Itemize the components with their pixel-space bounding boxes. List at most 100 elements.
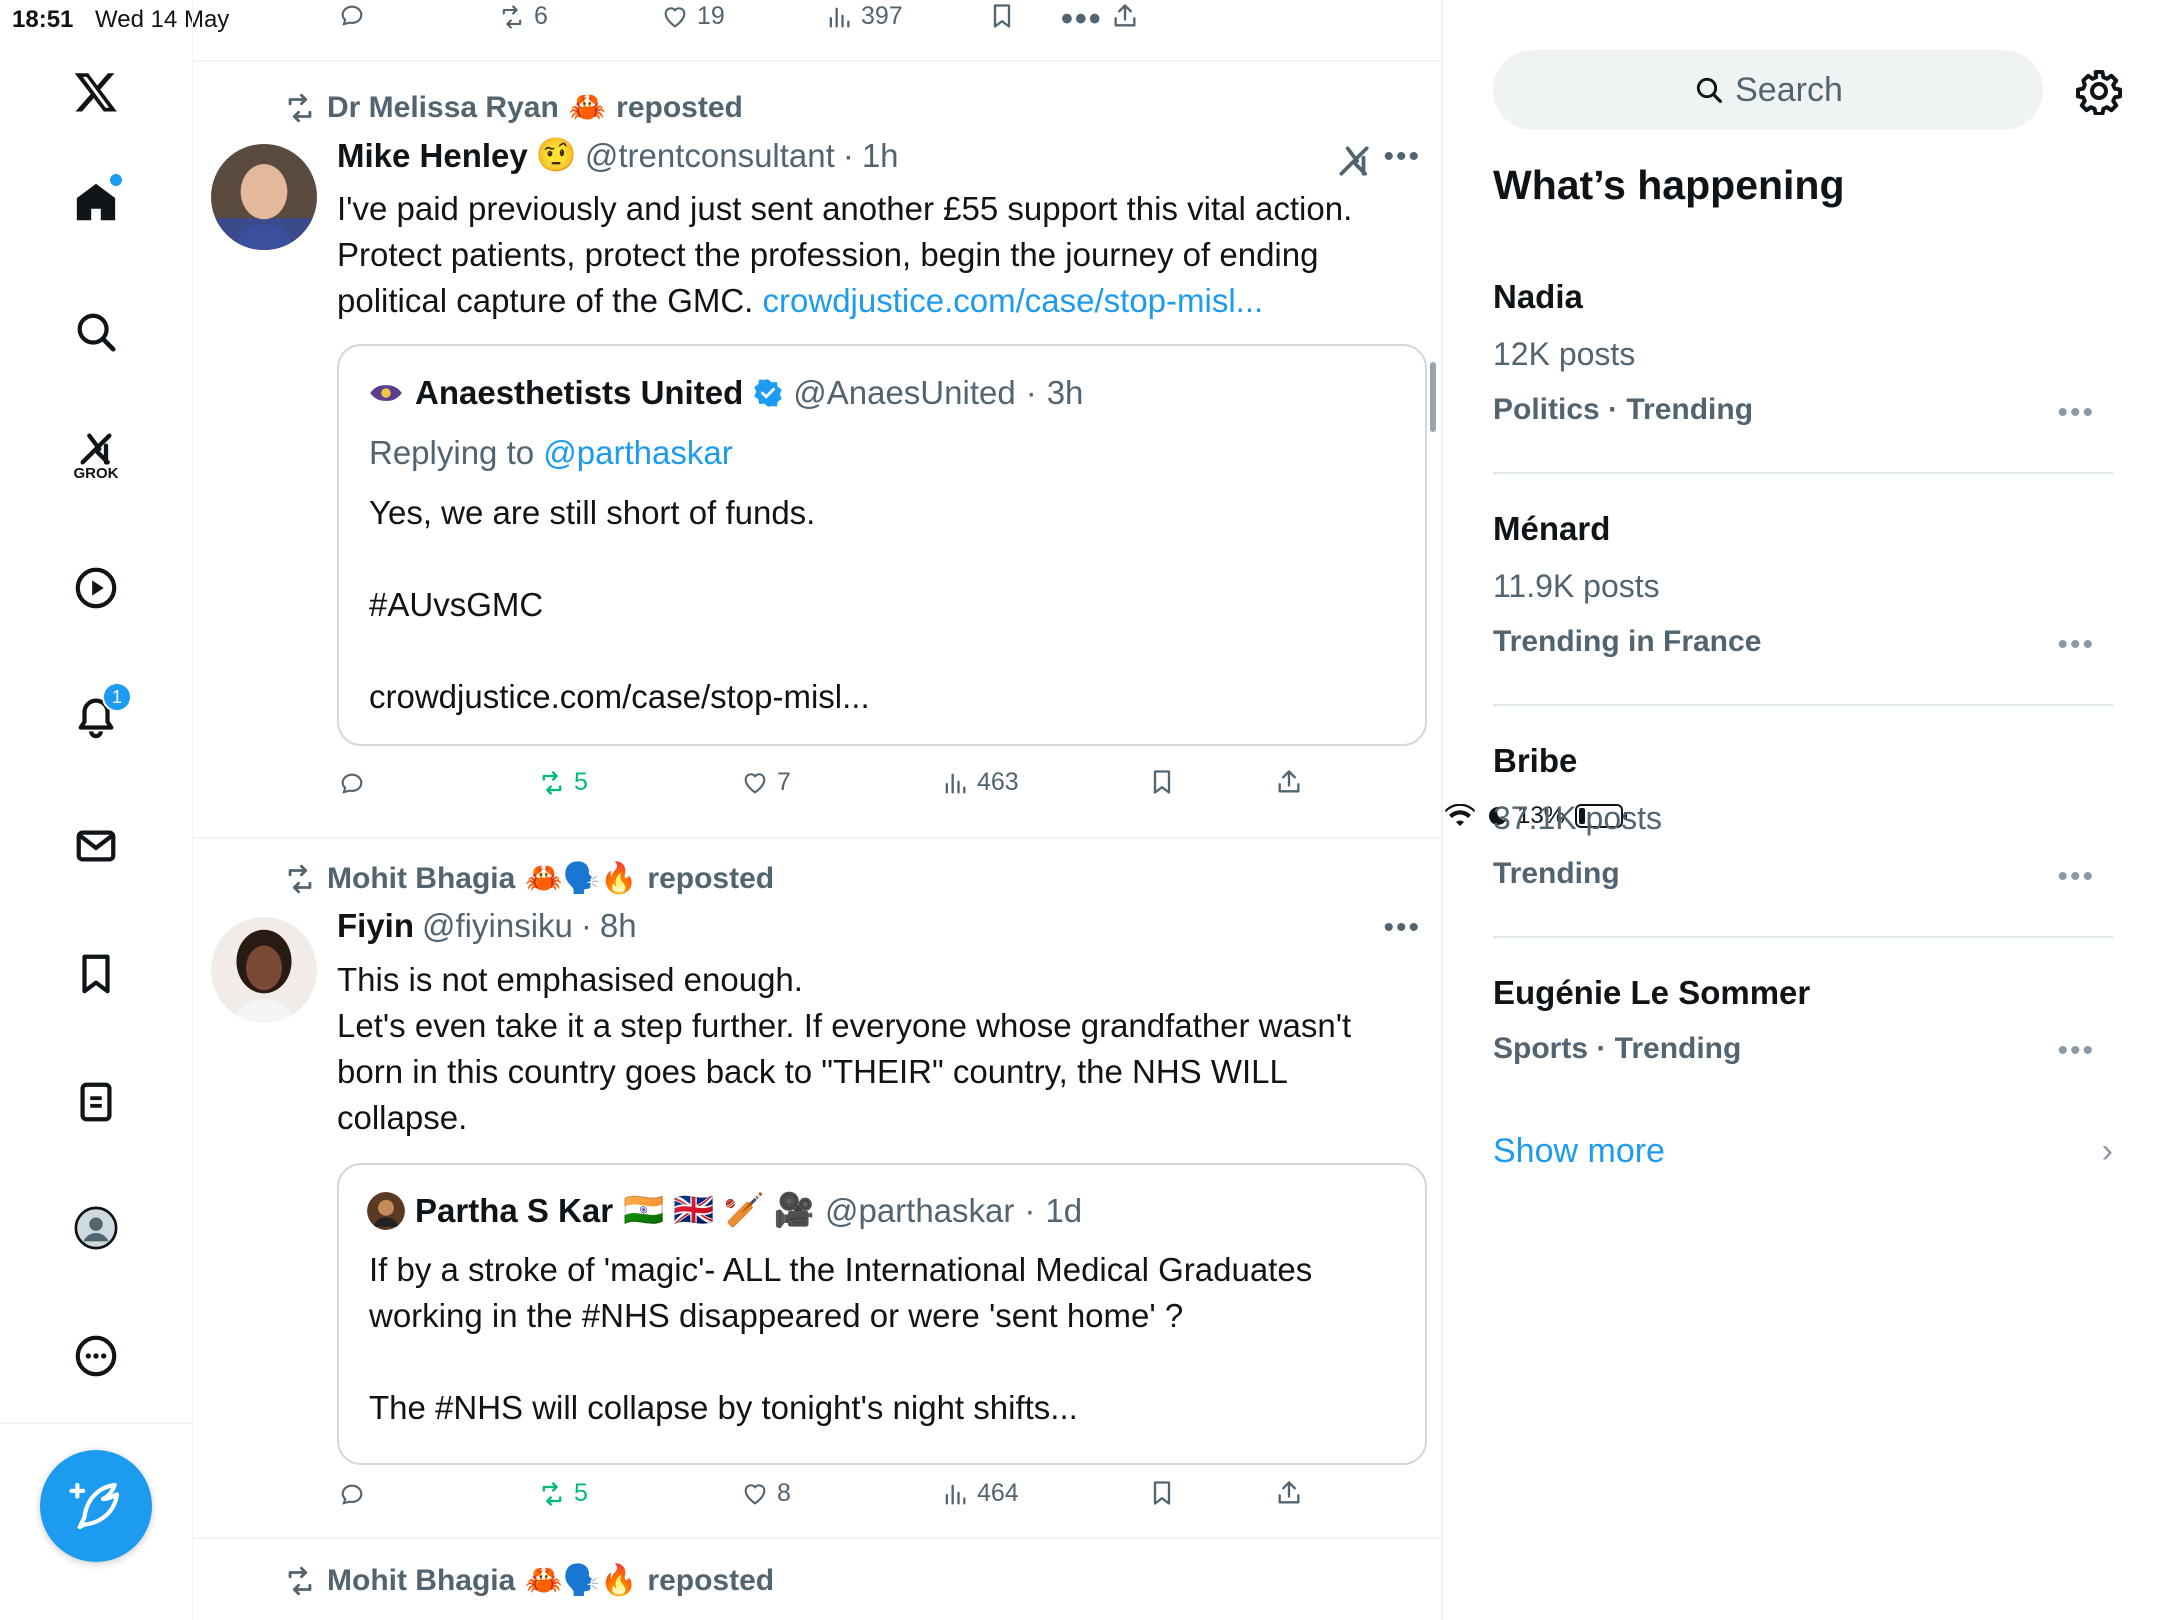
home-unread-dot [110, 174, 122, 186]
repost-indicator: Mohit Bhagia 🦀🗣️🔥 reposted [283, 861, 774, 896]
reposted-label: reposted [647, 1563, 775, 1597]
video-play-icon[interactable] [66, 558, 126, 618]
avatar[interactable] [211, 917, 317, 1023]
like-button[interactable]: 19 [661, 2, 725, 31]
views-button[interactable]: 463 [941, 768, 1019, 797]
replying-to-handle[interactable]: @parthaskar [543, 434, 732, 471]
trend-item[interactable]: Bribe 37.1K posts Trending ••• [1493, 742, 2113, 894]
tweet-more-icon[interactable]: ••• [1383, 140, 1421, 174]
lists-icon[interactable] [66, 1072, 126, 1132]
search-icon[interactable] [66, 302, 126, 362]
notifications-icon[interactable]: 1 [66, 682, 132, 746]
reply-button[interactable] [338, 1481, 366, 1509]
share-button[interactable] [1275, 1479, 1303, 1507]
quoted-tweet[interactable]: Anaesthetists United @AnaesUnited · 3h R… [337, 344, 1427, 746]
trend-more-icon[interactable]: ••• [2057, 628, 2095, 662]
trend-category: Politics · Trending [1493, 393, 1754, 426]
trend-post-count: 11.9K posts [1493, 568, 1660, 604]
retweet-icon [542, 770, 562, 795]
like-button[interactable]: 8 [741, 1479, 791, 1508]
bookmark-button[interactable] [988, 2, 1016, 30]
share-button[interactable] [1111, 2, 1139, 30]
quoted-header: Anaesthetists United @AnaesUnited · 3h [367, 374, 1083, 412]
like-count: 19 [697, 2, 725, 30]
x-logo-icon[interactable] [66, 62, 126, 122]
tweet-text-line: political capture of the GMC. crowdjusti… [337, 278, 1417, 324]
views-icon [829, 7, 850, 28]
replying-to-label: Replying to [369, 434, 535, 471]
trend-item[interactable]: Eugénie Le Sommer Sports · Trending ••• [1493, 974, 2113, 1068]
reply-button[interactable] [338, 2, 366, 30]
divider [1493, 704, 2113, 706]
heart-icon [744, 1483, 766, 1505]
author-emoji: 🤨 [535, 136, 577, 173]
trend-more-icon[interactable]: ••• [2057, 860, 2095, 894]
views-icon [945, 773, 966, 793]
retweet-button[interactable]: 6 [498, 2, 548, 31]
tweet[interactable]: Mohit Bhagia 🦀🗣️🔥 reposted Fiyin @fiyins… [193, 839, 1441, 1539]
show-more-link[interactable]: Show more › [1493, 1132, 2113, 1171]
quoted-avatar[interactable] [367, 374, 405, 412]
quoted-author-name[interactable]: Partha S Kar [415, 1192, 613, 1230]
grok-icon [80, 433, 112, 464]
author-name[interactable]: Mike Henley [337, 137, 528, 175]
quoted-author-name[interactable]: Anaesthetists United [415, 374, 743, 412]
avatar[interactable] [211, 144, 317, 250]
bookmark-button[interactable] [1148, 1479, 1176, 1507]
messages-icon[interactable] [66, 816, 126, 876]
bookmark-button[interactable] [1148, 768, 1176, 796]
views-button[interactable]: 464 [941, 1479, 1019, 1508]
trend-item[interactable]: Nadia 12K posts Politics · Trending ••• [1493, 278, 2113, 430]
reply-button[interactable] [338, 770, 366, 798]
author-name[interactable]: Fiyin [337, 907, 414, 945]
author-handle[interactable]: @trentconsultant [585, 137, 835, 175]
more-options-icon[interactable] [66, 1326, 126, 1386]
quoted-author-handle[interactable]: @parthaskar [825, 1192, 1014, 1230]
bookmarks-icon[interactable] [66, 944, 126, 1004]
post-time[interactable]: 1h [862, 137, 899, 175]
quoted-tweet[interactable]: Partha S Kar 🇮🇳 🇬🇧 🏏 🎥 @parthaskar · 1d … [337, 1163, 1427, 1465]
views-button[interactable]: 397 [825, 2, 903, 31]
retweet-button[interactable]: 5 [538, 1479, 588, 1508]
author-handle[interactable]: @fiyinsiku [422, 907, 573, 945]
reposter-emoji: 🦀🗣️🔥 [525, 862, 638, 895]
grok-nav-item[interactable]: GROK [66, 425, 126, 485]
timeline-feed[interactable]: 6 19 397 ••• Dr Melissa Ryan 🦀 reposted [193, 0, 1443, 1620]
trend-post-count: 37.1K posts [1493, 800, 1662, 836]
tweet-link[interactable]: crowdjustice.com/case/stop-misl... [763, 282, 1264, 319]
quoted-text: If by a stroke of 'magic'- ALL the Inter… [369, 1251, 1313, 1426]
like-button[interactable]: 7 [741, 768, 791, 797]
heart-icon [744, 772, 766, 794]
repost-indicator: Mohit Bhagia 🦀🗣️🔥 reposted [283, 1563, 774, 1598]
quoted-post-time[interactable]: 3h [1047, 374, 1084, 412]
trend-more-icon[interactable]: ••• [2057, 1034, 2095, 1068]
views-count: 464 [977, 1479, 1019, 1507]
trend-item[interactable]: Ménard 11.9K posts Trending in France ••… [1493, 510, 2113, 662]
reposter-name[interactable]: Mohit Bhagia [327, 1564, 515, 1598]
grok-icon[interactable] [1335, 142, 1373, 180]
compose-post-button[interactable] [40, 1450, 152, 1562]
reposted-label: reposted [616, 90, 743, 124]
home-icon[interactable] [66, 172, 126, 232]
share-button[interactable] [1275, 768, 1303, 796]
quoted-avatar[interactable] [367, 1191, 405, 1230]
gear-icon[interactable] [2075, 67, 2123, 115]
retweet-button[interactable]: 5 [538, 768, 588, 797]
post-time[interactable]: 8h [600, 907, 637, 945]
quoted-post-time[interactable]: 1d [1045, 1192, 1082, 1230]
quoted-author-handle[interactable]: @AnaesUnited [793, 374, 1015, 412]
search-input[interactable]: Search [1493, 50, 2043, 130]
tweet[interactable]: Mohit Bhagia 🦀🗣️🔥 reposted [193, 1541, 1441, 1620]
retweet-icon [288, 864, 312, 893]
chevron-right-icon: › [2101, 1132, 2113, 1170]
reposter-name[interactable]: Dr Melissa Ryan [327, 91, 559, 125]
ellipsis-icon[interactable]: ••• [1061, 0, 1103, 39]
tweet-more-icon[interactable]: ••• [1383, 911, 1421, 945]
profile-avatar-icon[interactable] [66, 1198, 126, 1258]
tweet[interactable]: Dr Melissa Ryan 🦀 reposted Mike Henley 🤨… [193, 64, 1441, 839]
reposter-emoji: 🦀 [568, 91, 607, 124]
trend-more-icon[interactable]: ••• [2057, 396, 2095, 430]
reposter-name[interactable]: Mohit Bhagia [327, 862, 515, 896]
divider [1493, 472, 2113, 474]
previous-tweet-actions: 6 19 397 ••• [193, 0, 1441, 62]
